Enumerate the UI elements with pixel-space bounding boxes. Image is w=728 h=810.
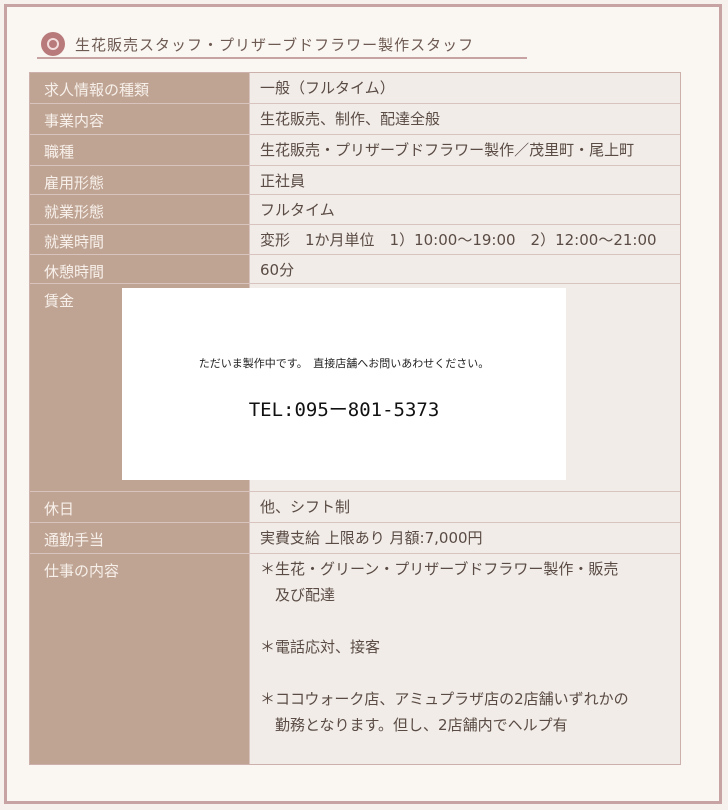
header-underline xyxy=(37,57,527,59)
row-value: 正社員 xyxy=(260,172,306,190)
row-label: 就業時間 xyxy=(30,225,250,254)
row-label: 雇用形態 xyxy=(30,166,250,194)
row-label: 通勤手当 xyxy=(30,523,250,553)
table-row: 仕事の内容 ＊生花・グリーン・プリザーブドフラワー製作・販売 及び配達 ＊電話応… xyxy=(30,554,680,764)
table-row: 休憩時間 60分 xyxy=(30,255,680,284)
table-row: 職種 生花販売・プリザーブドフラワー製作／茂里町・尾上町 xyxy=(30,135,680,166)
section-header: 生花販売スタッフ・プリザーブドフラワー製作スタッフ xyxy=(41,29,681,59)
description-line xyxy=(260,608,680,634)
table-row: 休日 他、シフト制 xyxy=(30,492,680,523)
row-value: 変形 1か月単位 1）10:00～19:00 2）12:00～21:00 xyxy=(260,231,657,249)
row-value: 60分 xyxy=(260,261,295,279)
description-line: 及び配達 xyxy=(260,586,336,604)
row-label: 就業形態 xyxy=(30,195,250,224)
section-title: 生花販売スタッフ・プリザーブドフラワー製作スタッフ xyxy=(75,35,475,54)
notice-message: ただいま製作中です。 直接店舗へお問いあわせください。 xyxy=(198,357,490,370)
row-value: 一般（フルタイム） xyxy=(260,79,395,97)
wage-notice-box: ただいま製作中です。 直接店舗へお問いあわせください。 TEL:095ー801-… xyxy=(122,288,566,480)
row-label: 休日 xyxy=(30,492,250,522)
description-line xyxy=(260,660,680,686)
table-row: 事業内容 生花販売、制作、配達全般 xyxy=(30,104,680,135)
row-value: 生花販売、制作、配達全般 xyxy=(260,110,441,128)
table-row: 雇用形態 正社員 xyxy=(30,166,680,195)
row-value: 他、シフト制 xyxy=(260,498,351,516)
table-row: 就業形態 フルタイム xyxy=(30,195,680,225)
row-label: 事業内容 xyxy=(30,104,250,134)
description-line: 勤務となります。但し、2店舗内でヘルプ有 xyxy=(260,716,568,734)
row-label: 求人情報の種類 xyxy=(30,73,250,103)
row-label: 仕事の内容 xyxy=(30,554,250,764)
table-row: 求人情報の種類 一般（フルタイム） xyxy=(30,73,680,104)
phone-number: TEL:095ー801-5373 xyxy=(248,399,440,421)
description-line: ＊生花・グリーン・プリザーブドフラワー製作・販売 xyxy=(260,560,619,578)
table-row: 通勤手当 実費支給 上限あり 月額:7,000円 xyxy=(30,523,680,554)
job-description: ＊生花・グリーン・プリザーブドフラワー製作・販売 及び配達 ＊電話応対、接客 ＊… xyxy=(250,554,680,764)
row-label: 休憩時間 xyxy=(30,255,250,283)
row-value: フルタイム xyxy=(260,201,335,219)
row-value: 生花販売・プリザーブドフラワー製作／茂里町・尾上町 xyxy=(260,141,635,159)
row-value: 実費支給 上限あり 月額:7,000円 xyxy=(260,529,483,547)
description-line: ＊ココウォーク店、アミュプラザ店の2店舗いずれかの xyxy=(260,690,629,708)
rose-icon xyxy=(41,32,65,56)
table-row: 就業時間 変形 1か月単位 1）10:00～19:00 2）12:00～21:0… xyxy=(30,225,680,255)
description-line: ＊電話応対、接客 xyxy=(260,638,381,656)
row-label: 職種 xyxy=(30,135,250,165)
